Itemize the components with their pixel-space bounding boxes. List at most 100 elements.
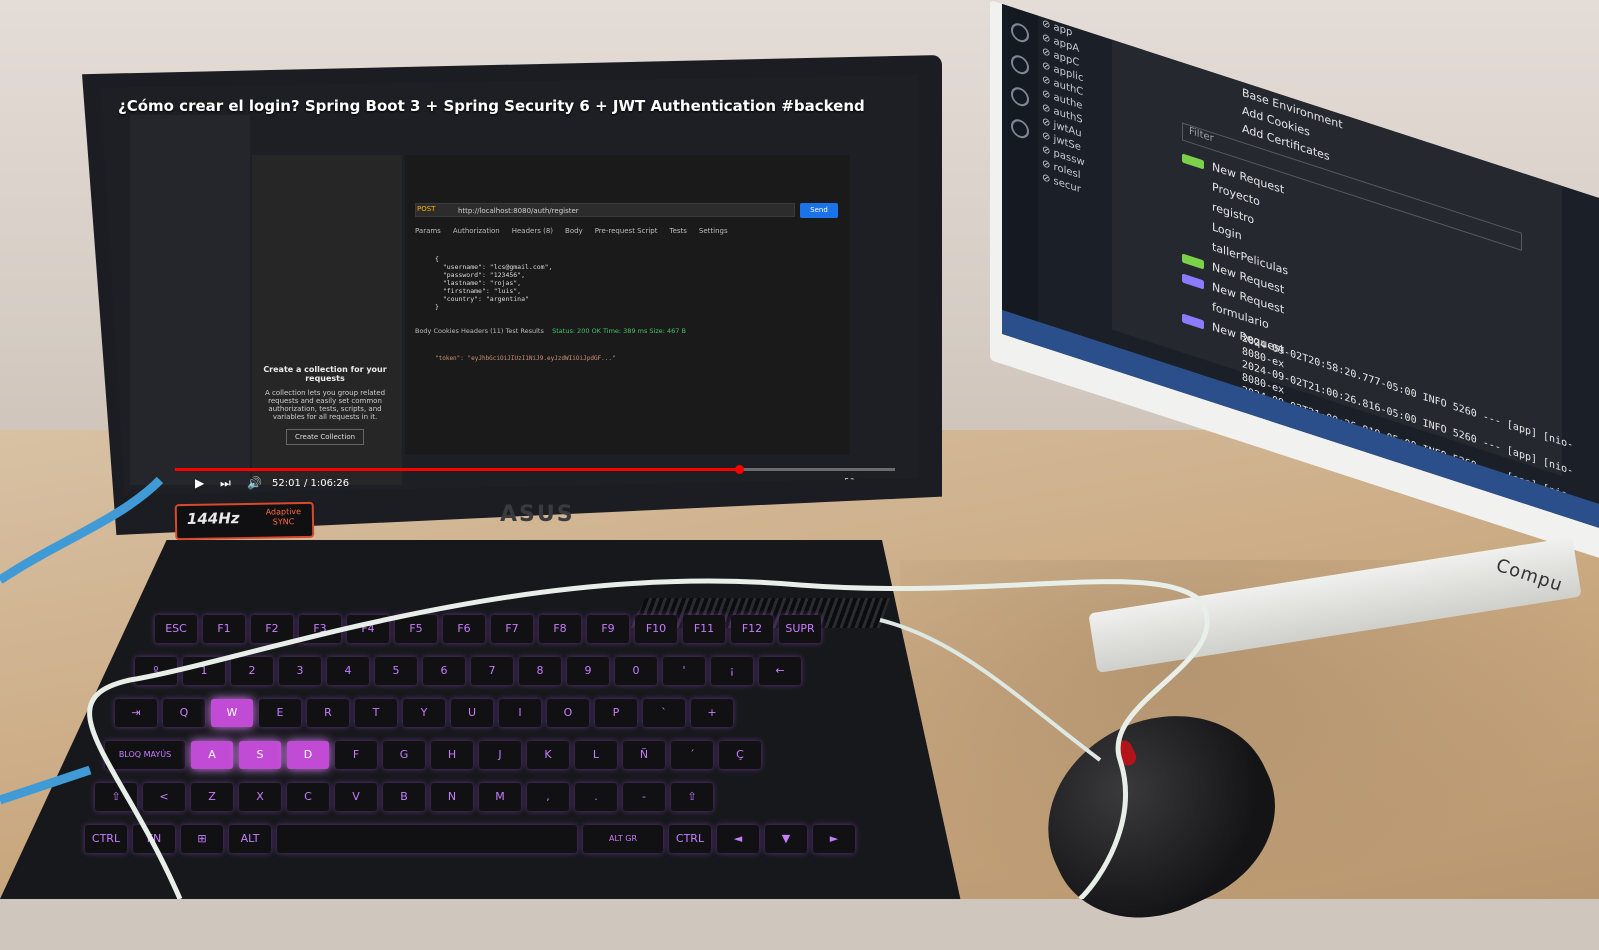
- http-method-select[interactable]: POST: [417, 205, 435, 213]
- key[interactable]: -: [623, 783, 665, 811]
- next-icon[interactable]: ⏭: [220, 476, 231, 491]
- video-title: ¿Cómo crear el login? Spring Boot 3 + Sp…: [118, 97, 865, 115]
- key[interactable]: 4: [327, 657, 369, 685]
- request-tab[interactable]: Settings: [699, 227, 728, 235]
- account-icon[interactable]: [1011, 84, 1029, 109]
- progress-knob[interactable]: [734, 465, 744, 474]
- key[interactable]: Ñ: [623, 741, 665, 769]
- key[interactable]: F5: [395, 615, 437, 643]
- key[interactable]: Z: [191, 783, 233, 811]
- key[interactable]: V: [335, 783, 377, 811]
- key[interactable]: F4: [347, 615, 389, 643]
- key[interactable]: J: [479, 741, 521, 769]
- key[interactable]: 5: [375, 657, 417, 685]
- key[interactable]: R: [307, 699, 349, 727]
- key[interactable]: 2: [231, 657, 273, 685]
- key[interactable]: SUPR: [779, 615, 821, 643]
- key[interactable]: CTRL: [85, 825, 127, 853]
- key[interactable]: ⇥: [115, 699, 157, 727]
- request-tab[interactable]: Params: [415, 227, 441, 235]
- key[interactable]: O: [547, 699, 589, 727]
- key[interactable]: BLOQ MAYÚS: [105, 741, 185, 769]
- key[interactable]: Y: [403, 699, 445, 727]
- layers-icon[interactable]: [1011, 20, 1029, 45]
- key[interactable]: FN: [133, 825, 175, 853]
- key[interactable]: ⇧: [95, 783, 137, 811]
- key[interactable]: H: [431, 741, 473, 769]
- volume-icon[interactable]: 🔊: [247, 476, 262, 490]
- request-body-editor[interactable]: { "username": "lcs@gmail.com", "password…: [435, 255, 552, 311]
- key[interactable]: 9: [567, 657, 609, 685]
- key[interactable]: `: [643, 699, 685, 727]
- key[interactable]: F8: [539, 615, 581, 643]
- key[interactable]: ←: [759, 657, 801, 685]
- key[interactable]: F7: [491, 615, 533, 643]
- gear-icon[interactable]: [1011, 116, 1029, 141]
- key[interactable]: ◄: [717, 825, 759, 853]
- key[interactable]: M: [479, 783, 521, 811]
- request-tab[interactable]: Pre-request Script: [595, 227, 658, 235]
- key[interactable]: F1: [203, 615, 245, 643]
- key[interactable]: E: [259, 699, 301, 727]
- key[interactable]: ALT GR: [583, 825, 663, 853]
- key[interactable]: F11: [683, 615, 725, 643]
- request-tab[interactable]: Body: [565, 227, 583, 235]
- key[interactable]: F9: [587, 615, 629, 643]
- key[interactable]: ►: [813, 825, 855, 853]
- key[interactable]: ,: [527, 783, 569, 811]
- request-tab[interactable]: Authorization: [453, 227, 500, 235]
- key[interactable]: B: [383, 783, 425, 811]
- send-button[interactable]: Send: [800, 203, 838, 218]
- key[interactable]: 7: [471, 657, 513, 685]
- key[interactable]: [277, 825, 577, 853]
- key[interactable]: ⊞: [181, 825, 223, 853]
- key[interactable]: º: [135, 657, 177, 685]
- play-icon[interactable]: ▶: [195, 476, 204, 490]
- key[interactable]: ´: [671, 741, 713, 769]
- key[interactable]: W: [211, 699, 253, 727]
- request-tab[interactable]: Tests: [669, 227, 686, 235]
- key[interactable]: 3: [279, 657, 321, 685]
- key[interactable]: 0: [615, 657, 657, 685]
- key[interactable]: F3: [299, 615, 341, 643]
- globe-icon[interactable]: [1011, 52, 1029, 77]
- key[interactable]: F: [335, 741, 377, 769]
- key[interactable]: I: [499, 699, 541, 727]
- key[interactable]: D: [287, 741, 329, 769]
- key[interactable]: ¡: [711, 657, 753, 685]
- key[interactable]: <: [143, 783, 185, 811]
- key[interactable]: L: [575, 741, 617, 769]
- key[interactable]: ': [663, 657, 705, 685]
- request-tab[interactable]: Headers (8): [512, 227, 553, 235]
- key[interactable]: CTRL: [669, 825, 711, 853]
- key[interactable]: ⇧: [671, 783, 713, 811]
- key[interactable]: 6: [423, 657, 465, 685]
- key[interactable]: 8: [519, 657, 561, 685]
- key[interactable]: F12: [731, 615, 773, 643]
- key[interactable]: N: [431, 783, 473, 811]
- key[interactable]: G: [383, 741, 425, 769]
- key[interactable]: C: [287, 783, 329, 811]
- create-collection-button[interactable]: Create Collection: [285, 429, 365, 445]
- key[interactable]: T: [355, 699, 397, 727]
- key[interactable]: .: [575, 783, 617, 811]
- response-tabs[interactable]: Body Cookies Headers (11) Test Results: [415, 327, 544, 335]
- video-progress-bar[interactable]: [175, 465, 895, 474]
- key[interactable]: ALT: [229, 825, 271, 853]
- key[interactable]: 1: [183, 657, 225, 685]
- key[interactable]: S: [239, 741, 281, 769]
- key[interactable]: X: [239, 783, 281, 811]
- key[interactable]: Q: [163, 699, 205, 727]
- request-url-input[interactable]: http://localhost:8080/auth/register: [415, 203, 795, 217]
- key[interactable]: P: [595, 699, 637, 727]
- key[interactable]: U: [451, 699, 493, 727]
- key[interactable]: F10: [635, 615, 677, 643]
- key[interactable]: Ç: [719, 741, 761, 769]
- key[interactable]: ▼: [765, 825, 807, 853]
- key[interactable]: F2: [251, 615, 293, 643]
- key[interactable]: +: [691, 699, 733, 727]
- key[interactable]: ESC: [155, 615, 197, 643]
- key[interactable]: K: [527, 741, 569, 769]
- key[interactable]: A: [191, 741, 233, 769]
- key[interactable]: F6: [443, 615, 485, 643]
